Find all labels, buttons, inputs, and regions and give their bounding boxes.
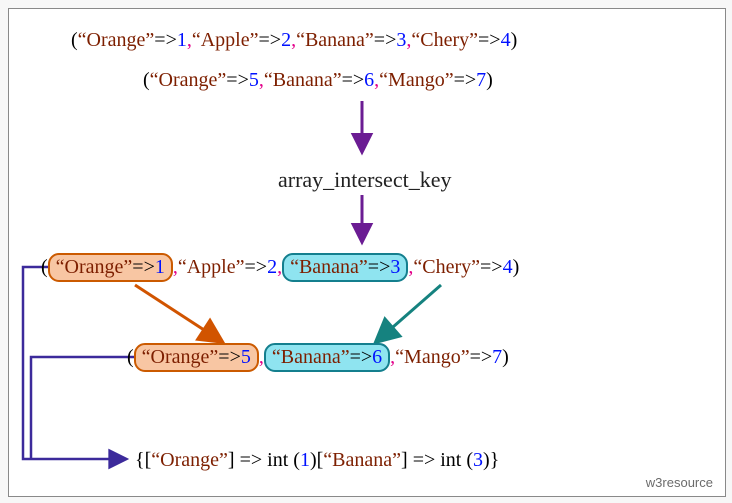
pill-orange-match: “Orange”=>1 xyxy=(48,253,173,282)
array2-highlighted: (“Orange”=>5,“Banana”=>6,“Mango”=>7) xyxy=(127,343,509,372)
key-banana: “Banana” xyxy=(290,256,368,278)
paren-close: ) xyxy=(486,69,493,91)
val-7: 7 xyxy=(492,346,502,368)
arrow: => xyxy=(454,69,477,91)
int-label: int xyxy=(267,449,288,471)
arrow: => xyxy=(470,346,493,368)
function-label: array_intersect_key xyxy=(278,167,451,193)
key-banana: “Banana” xyxy=(272,346,350,368)
val-3: 3 xyxy=(473,449,483,471)
int-label: int xyxy=(440,449,461,471)
arrow: => xyxy=(374,29,397,51)
key-cherry: “Chery” xyxy=(413,256,480,278)
val-5: 5 xyxy=(241,346,251,368)
val-2: 2 xyxy=(281,29,291,51)
val-5: 5 xyxy=(249,69,259,91)
key-apple: “Apple” xyxy=(178,256,245,278)
bracket-close: ] xyxy=(401,449,408,471)
key-banana: “Banana” xyxy=(296,29,374,51)
arrow: => xyxy=(240,449,263,471)
arrow: => xyxy=(480,256,503,278)
bracket-close: ] xyxy=(228,449,235,471)
val-2: 2 xyxy=(267,256,277,278)
key-orange: “Orange” xyxy=(78,29,155,51)
arrow: => xyxy=(259,29,282,51)
key-orange: “Orange” xyxy=(150,69,227,91)
val-1: 1 xyxy=(177,29,187,51)
pill-banana-match: “Banana”=>6 xyxy=(264,343,390,372)
paren-close: ) xyxy=(511,29,518,51)
arrow: => xyxy=(132,256,155,278)
pill-banana-match: “Banana”=>3 xyxy=(282,253,408,282)
key-orange: “Orange” xyxy=(56,256,133,278)
brace-close: } xyxy=(490,449,500,471)
paren-open: ( xyxy=(143,69,150,91)
arrow: => xyxy=(245,256,268,278)
val-4: 4 xyxy=(501,29,511,51)
val-3: 3 xyxy=(396,29,406,51)
val-1: 1 xyxy=(155,256,165,278)
arrow: => xyxy=(342,69,365,91)
brace-open: { xyxy=(135,449,145,471)
key-orange: “Orange” xyxy=(151,449,228,471)
arrow: => xyxy=(226,69,249,91)
diagram-canvas: (“Orange”=>1,“Apple”=>2,“Banana”=>3,“Che… xyxy=(8,8,726,497)
val-7: 7 xyxy=(476,69,486,91)
paren-open: ( xyxy=(127,346,134,368)
val-6: 6 xyxy=(364,69,374,91)
array1-highlighted: (“Orange”=>1,“Apple”=>2,“Banana”=>3,“Che… xyxy=(41,253,519,282)
val-1: 1 xyxy=(300,449,310,471)
paren-close: ) xyxy=(502,346,509,368)
paren-open: ( xyxy=(293,449,300,471)
val-3: 3 xyxy=(390,256,400,278)
array2-display: (“Orange”=>5,“Banana”=>6,“Mango”=>7) xyxy=(143,69,493,92)
paren-open: ( xyxy=(41,256,48,278)
arrow: => xyxy=(218,346,241,368)
arrow: => xyxy=(413,449,436,471)
arrow: => xyxy=(368,256,391,278)
val-4: 4 xyxy=(503,256,513,278)
key-cherry: “Chery” xyxy=(411,29,478,51)
array1-display: (“Orange”=>1,“Apple”=>2,“Banana”=>3,“Che… xyxy=(71,29,517,52)
arrow: => xyxy=(478,29,501,51)
paren-open: ( xyxy=(71,29,78,51)
key-mango: “Mango” xyxy=(379,69,453,91)
arrow: => xyxy=(154,29,177,51)
key-banana: “Banana” xyxy=(264,69,342,91)
pill-orange-match: “Orange”=>5 xyxy=(134,343,259,372)
key-apple: “Apple” xyxy=(192,29,259,51)
paren-close: ) xyxy=(310,449,317,471)
result-display: {[“Orange”] => int (1)[“Banana”] => int … xyxy=(135,449,499,472)
paren-close: ) xyxy=(483,449,490,471)
key-banana: “Banana” xyxy=(323,449,401,471)
key-orange: “Orange” xyxy=(142,346,219,368)
paren-close: ) xyxy=(513,256,520,278)
val-6: 6 xyxy=(372,346,382,368)
arrow: => xyxy=(350,346,373,368)
watermark: w3resource xyxy=(646,475,713,490)
key-mango: “Mango” xyxy=(395,346,469,368)
